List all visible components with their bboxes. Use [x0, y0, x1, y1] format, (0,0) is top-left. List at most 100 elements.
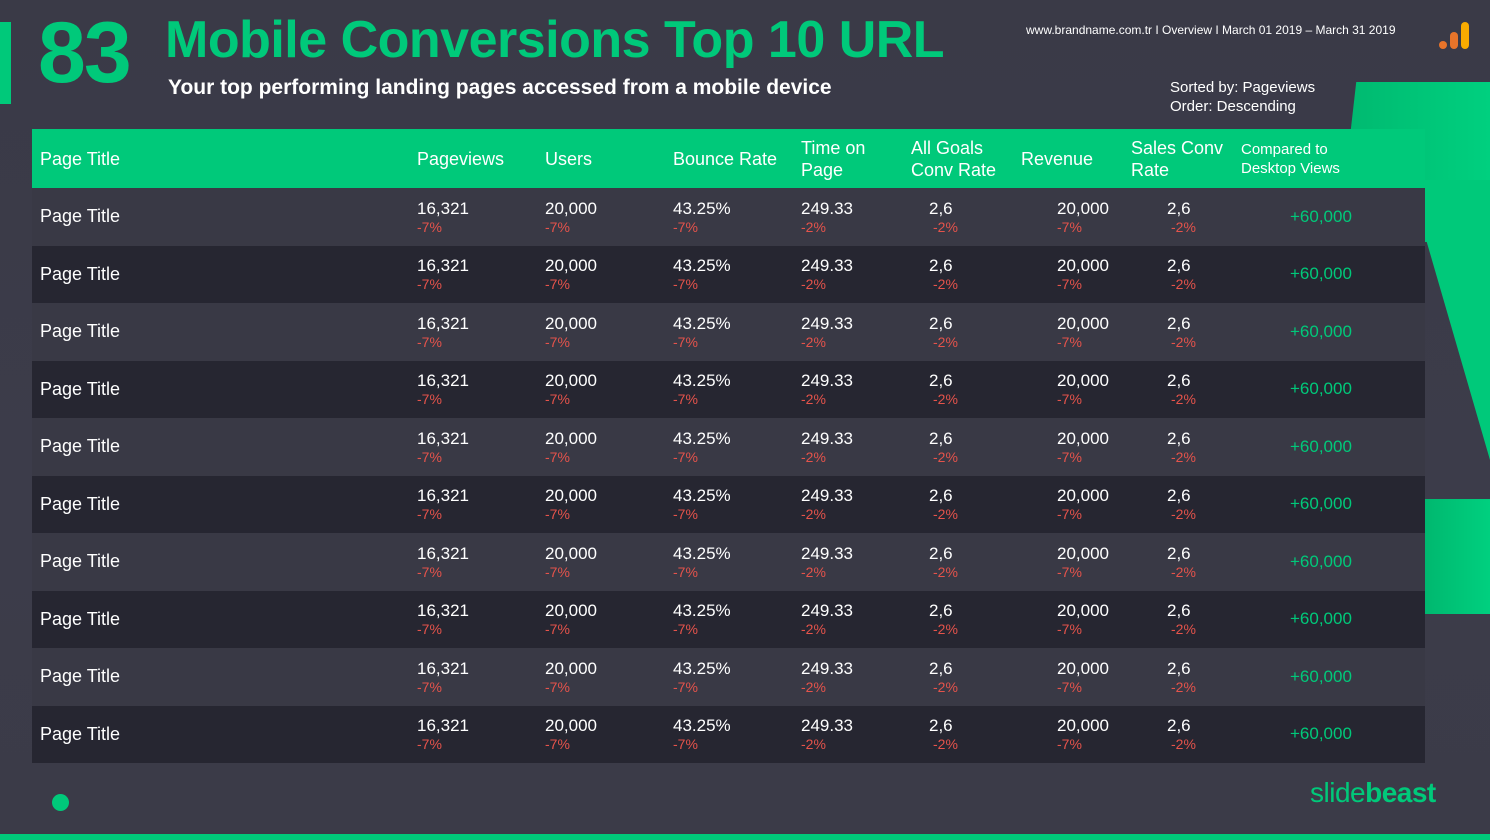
table-row[interactable]: Page Title 16,321 -7% 20,000 -7% 43.25% … [32, 590, 1425, 648]
time-cell: 249.33 -2% [801, 199, 929, 235]
column-header-users[interactable]: Users [545, 148, 673, 170]
users-cell: 20,000 -7% [545, 659, 673, 695]
column-header-pageviews[interactable]: Pageviews [417, 148, 545, 170]
compared-desktop-value: +60,000 [1290, 206, 1352, 226]
time-cell: 249.33 -2% [801, 486, 929, 522]
time-cell: 249.33 -2% [801, 601, 929, 637]
page-title-cell[interactable]: Page Title [32, 264, 417, 285]
time-value: 249.33 [801, 486, 853, 506]
page-title-cell[interactable]: Page Title [32, 321, 417, 342]
time-cell: 249.33 -2% [801, 716, 929, 752]
page-title-cell[interactable]: Page Title [32, 551, 417, 572]
pageviews-cell: 16,321 -7% [417, 429, 545, 465]
compared-desktop-value: +60,000 [1290, 494, 1352, 514]
page-title-cell[interactable]: Page Title [32, 436, 417, 457]
table-row[interactable]: Page Title 16,321 -7% 20,000 -7% 43.25% … [32, 475, 1425, 533]
revenue-change: -7% [1057, 276, 1082, 293]
page-subtitle: Your top performing landing pages access… [168, 76, 832, 99]
goals-change: -2% [933, 736, 958, 753]
bounce-change: -7% [673, 621, 698, 638]
sales-change: -2% [1171, 678, 1196, 695]
goals-cell: 2,6 -2% [929, 486, 1057, 522]
time-cell: 249.33 -2% [801, 371, 929, 407]
users-change: -7% [545, 391, 570, 408]
users-change: -7% [545, 333, 570, 350]
table-row[interactable]: Page Title 16,321 -7% 20,000 -7% 43.25% … [32, 360, 1425, 418]
goals-change: -2% [933, 333, 958, 350]
pageviews-value: 16,321 [417, 256, 469, 276]
revenue-cell: 20,000 -7% [1057, 429, 1167, 465]
pageviews-value: 16,321 [417, 486, 469, 506]
sales-change: -2% [1171, 391, 1196, 408]
goals-cell: 2,6 -2% [929, 659, 1057, 695]
goals-value: 2,6 [929, 543, 953, 563]
revenue-value: 20,000 [1057, 658, 1109, 678]
sales-change: -2% [1171, 333, 1196, 350]
goals-cell: 2,6 -2% [929, 256, 1057, 292]
compared-desktop-value: +60,000 [1290, 264, 1352, 284]
goals-value: 2,6 [929, 198, 953, 218]
column-header-compared-desktop[interactable]: Compared to Desktop Views [1241, 140, 1351, 178]
table-body: Page Title 16,321 -7% 20,000 -7% 43.25% … [32, 188, 1425, 763]
revenue-change: -7% [1057, 563, 1082, 580]
pageviews-change: -7% [417, 333, 442, 350]
column-header-sales-conv-rate[interactable]: Sales Conv Rate [1131, 137, 1241, 181]
page-title-cell[interactable]: Page Title [32, 379, 417, 400]
page-title-cell[interactable]: Page Title [32, 666, 417, 687]
sorted-by-label: Sorted by: Pageviews [1170, 79, 1316, 96]
bounce-cell: 43.25% -7% [673, 486, 801, 522]
sales-value: 2,6 [1167, 256, 1191, 276]
column-header-all-goals-conv-rate[interactable]: All Goals Conv Rate [911, 137, 1021, 181]
revenue-cell: 20,000 -7% [1057, 601, 1167, 637]
goals-cell: 2,6 -2% [929, 371, 1057, 407]
goals-value: 2,6 [929, 256, 953, 276]
column-header-bounce-rate[interactable]: Bounce Rate [673, 148, 801, 170]
time-cell: 249.33 -2% [801, 256, 929, 292]
revenue-value: 20,000 [1057, 601, 1109, 621]
revenue-change: -7% [1057, 621, 1082, 638]
column-header-page-title[interactable]: Page Title [32, 148, 417, 170]
page-title-cell[interactable]: Page Title [32, 724, 417, 745]
sales-change: -2% [1171, 276, 1196, 293]
table-row[interactable]: Page Title 16,321 -7% 20,000 -7% 43.25% … [32, 188, 1425, 246]
users-cell: 20,000 -7% [545, 256, 673, 292]
column-header-revenue[interactable]: Revenue [1021, 148, 1131, 170]
users-value: 20,000 [545, 716, 597, 736]
page-title-cell[interactable]: Page Title [32, 206, 417, 227]
table-row[interactable]: Page Title 16,321 -7% 20,000 -7% 43.25% … [32, 533, 1425, 591]
table-row[interactable]: Page Title 16,321 -7% 20,000 -7% 43.25% … [32, 648, 1425, 706]
pageviews-value: 16,321 [417, 658, 469, 678]
table-row[interactable]: Page Title 16,321 -7% 20,000 -7% 43.25% … [32, 418, 1425, 476]
report-meta: www.brandname.com.tr I Overview I March … [1026, 23, 1396, 37]
bounce-cell: 43.25% -7% [673, 659, 801, 695]
users-change: -7% [545, 678, 570, 695]
brand-logo-bold: beast [1365, 777, 1436, 808]
column-header-time-on-page[interactable]: Time on Page [801, 137, 911, 181]
users-cell: 20,000 -7% [545, 544, 673, 580]
pageviews-value: 16,321 [417, 543, 469, 563]
revenue-value: 20,000 [1057, 486, 1109, 506]
sort-info: Sorted by: Pageviews Order: Descending [1170, 78, 1315, 116]
goals-value: 2,6 [929, 601, 953, 621]
users-value: 20,000 [545, 371, 597, 391]
table-row[interactable]: Page Title 16,321 -7% 20,000 -7% 43.25% … [32, 705, 1425, 763]
time-cell: 249.33 -2% [801, 314, 929, 350]
table-row[interactable]: Page Title 16,321 -7% 20,000 -7% 43.25% … [32, 303, 1425, 361]
sales-value: 2,6 [1167, 486, 1191, 506]
goals-change: -2% [933, 448, 958, 465]
bounce-change: -7% [673, 218, 698, 235]
sales-value: 2,6 [1167, 543, 1191, 563]
pageviews-change: -7% [417, 276, 442, 293]
users-cell: 20,000 -7% [545, 716, 673, 752]
compared-desktop-value: +60,000 [1290, 551, 1352, 571]
slide-number: 83 [38, 5, 132, 101]
decorative-shape [1425, 180, 1490, 460]
page-title-cell[interactable]: Page Title [32, 609, 417, 630]
bounce-cell: 43.25% -7% [673, 601, 801, 637]
sales-cell: 2,6 -2% [1167, 429, 1290, 465]
table-row[interactable]: Page Title 16,321 -7% 20,000 -7% 43.25% … [32, 245, 1425, 303]
sales-cell: 2,6 -2% [1167, 486, 1290, 522]
pageviews-change: -7% [417, 391, 442, 408]
time-value: 249.33 [801, 313, 853, 333]
page-title-cell[interactable]: Page Title [32, 494, 417, 515]
